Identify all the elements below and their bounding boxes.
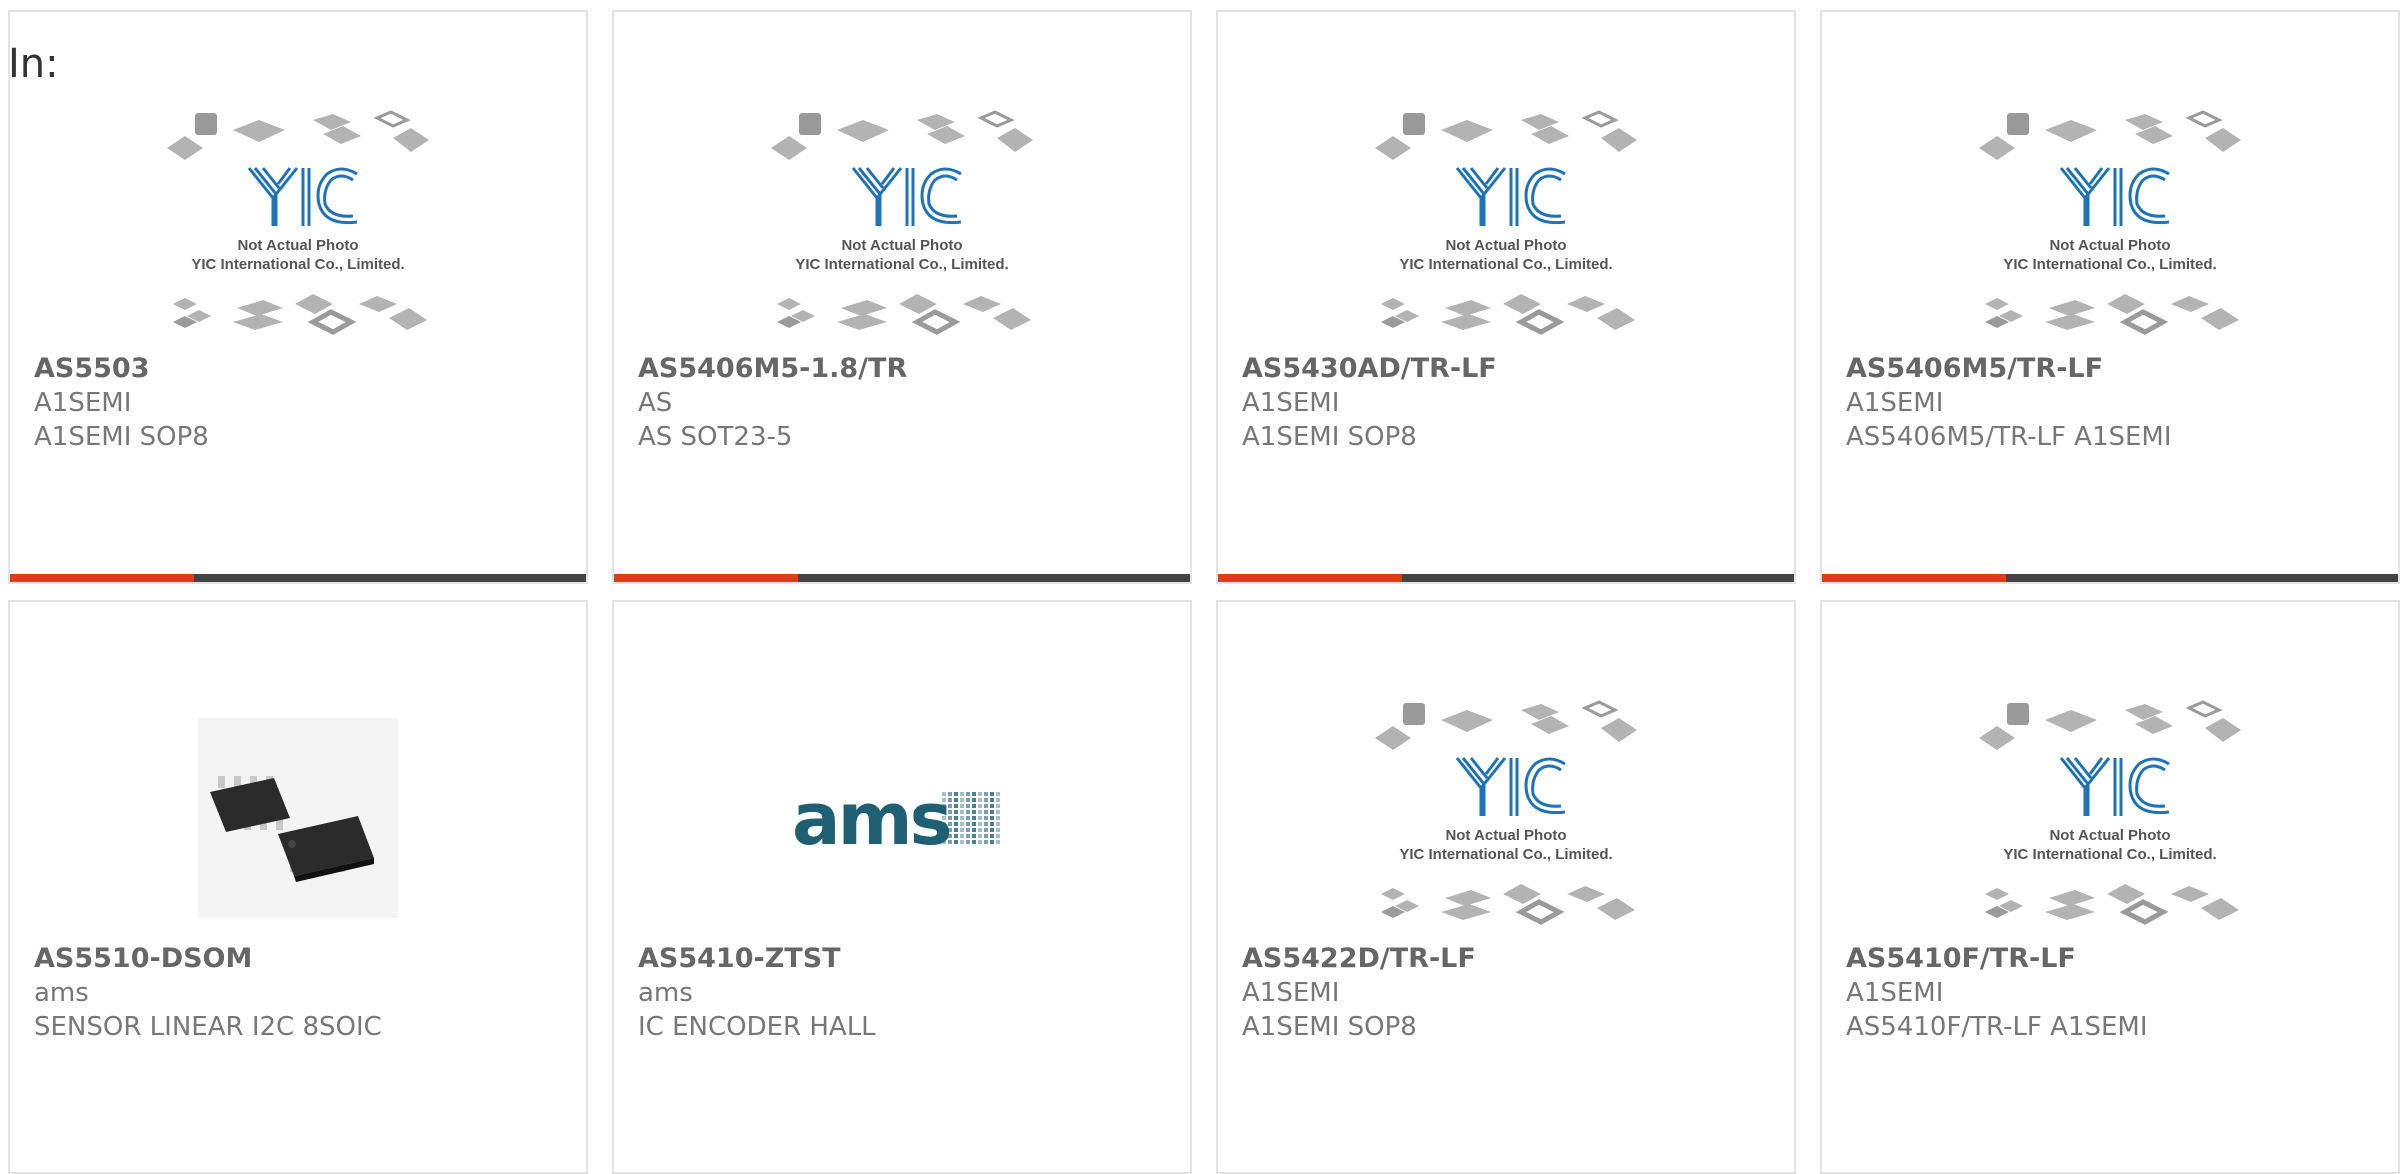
chip-cluster-bottom-icon	[1985, 294, 2239, 335]
yic-logo	[1455, 757, 1566, 816]
card-bar	[1822, 574, 2398, 582]
manufacturer: A1SEMI	[34, 388, 132, 418]
placeholder-caption-1: Not Actual Photo	[841, 237, 962, 254]
product-image[interactable]: ams	[614, 688, 1190, 948]
product-card[interactable]: Not Actual Photo YIC International Co., …	[1820, 10, 2400, 584]
description: AS5410F/TR-LF A1SEMI	[1846, 1012, 2148, 1042]
product-image[interactable]: Not Actual Photo YIC International Co., …	[10, 98, 586, 358]
ams-logo-image: ams	[792, 778, 1000, 858]
card-bar-accent	[614, 574, 799, 582]
filter-in-label: In:	[8, 41, 59, 87]
soic-chip-image	[198, 718, 398, 918]
product-card[interactable]: ams AS5410-ZTST ams IC ENCODER HALL	[612, 600, 1192, 1174]
yic-placeholder-image: Not Actual Photo YIC International Co., …	[1979, 110, 2241, 335]
part-number-link[interactable]: AS5410F/TR-LF	[1846, 942, 2378, 976]
product-image[interactable]: Not Actual Photo YIC International Co., …	[1822, 688, 2398, 948]
product-card[interactable]: Not Actual Photo YIC International Co., …	[1820, 600, 2400, 1174]
part-number-link[interactable]: AS5406M5-1.8/TR	[638, 352, 1170, 386]
yic-logo	[2059, 757, 2170, 816]
description: A1SEMI SOP8	[34, 422, 209, 452]
chip-cluster-bottom-icon	[1381, 294, 1635, 335]
placeholder-caption-2: YIC International Co., Limited.	[795, 256, 1008, 273]
description: A1SEMI SOP8	[1242, 422, 1417, 452]
placeholder-caption-1: Not Actual Photo	[1445, 827, 1566, 844]
placeholder-caption-2: YIC International Co., Limited.	[1399, 846, 1612, 863]
manufacturer: ams	[34, 978, 89, 1008]
yic-logo	[2059, 167, 2170, 226]
card-bar	[614, 574, 1190, 582]
placeholder-caption-1: Not Actual Photo	[1445, 237, 1566, 254]
part-number-link[interactable]: AS5422D/TR-LF	[1242, 942, 1774, 976]
manufacturer: A1SEMI	[1242, 978, 1340, 1008]
product-image[interactable]: Not Actual Photo YIC International Co., …	[614, 98, 1190, 358]
chip-cluster-top-icon	[1375, 110, 1637, 160]
part-number-link[interactable]: AS5410-ZTST	[638, 942, 1170, 976]
svg-text:ams: ams	[792, 778, 950, 858]
product-card[interactable]: Not Actual Photo YIC International Co., …	[1216, 600, 1796, 1174]
placeholder-caption-2: YIC International Co., Limited.	[2003, 256, 2216, 273]
product-image[interactable]: Not Actual Photo YIC International Co., …	[1218, 98, 1794, 358]
description: AS5406M5/TR-LF A1SEMI	[1846, 422, 2172, 452]
card-bar-accent	[1218, 574, 1403, 582]
placeholder-caption-2: YIC International Co., Limited.	[2003, 846, 2216, 863]
card-bar	[10, 574, 586, 582]
product-card[interactable]: AS5510-DSOM ams SENSOR LINEAR I2C 8SOIC	[8, 600, 588, 1174]
yic-placeholder-image: Not Actual Photo YIC International Co., …	[1375, 110, 1637, 335]
yic-logo	[851, 167, 962, 226]
part-number-link[interactable]: AS5503	[34, 352, 566, 386]
chip-cluster-top-icon	[771, 110, 1033, 160]
part-number-link[interactable]: AS5510-DSOM	[34, 942, 566, 976]
product-card[interactable]: Not Actual Photo YIC International Co., …	[612, 10, 1192, 584]
manufacturer: A1SEMI	[1846, 978, 1944, 1008]
product-card[interactable]: Not Actual Photo YIC International Co., …	[8, 10, 588, 584]
chip-cluster-bottom-icon	[1985, 884, 2239, 925]
manufacturer: A1SEMI	[1242, 388, 1340, 418]
chip-cluster-top-icon	[1979, 110, 2241, 160]
product-grid: Not Actual Photo YIC International Co., …	[0, 0, 2400, 1174]
chip-cluster-top-icon	[167, 110, 429, 160]
product-image[interactable]: Not Actual Photo YIC International Co., …	[1822, 98, 2398, 358]
chip-cluster-top-icon	[1375, 700, 1637, 750]
part-number-link[interactable]: AS5430AD/TR-LF	[1242, 352, 1774, 386]
yic-placeholder-image: Not Actual Photo YIC International Co., …	[771, 110, 1033, 335]
description: AS SOT23-5	[638, 422, 793, 452]
card-bar	[1218, 574, 1794, 582]
product-card[interactable]: Not Actual Photo YIC International Co., …	[1216, 10, 1796, 584]
card-bar-accent	[1822, 574, 2007, 582]
description: IC ENCODER HALL	[638, 1012, 876, 1042]
product-image[interactable]	[10, 688, 586, 948]
yic-placeholder-image: Not Actual Photo YIC International Co., …	[167, 110, 429, 335]
yic-placeholder-image: Not Actual Photo YIC International Co., …	[1375, 700, 1637, 925]
chip-cluster-top-icon	[1979, 700, 2241, 750]
placeholder-caption-1: Not Actual Photo	[2049, 237, 2170, 254]
manufacturer: A1SEMI	[1846, 388, 1944, 418]
description: A1SEMI SOP8	[1242, 1012, 1417, 1042]
yic-logo	[247, 167, 358, 226]
product-image[interactable]: Not Actual Photo YIC International Co., …	[1218, 688, 1794, 948]
placeholder-caption-2: YIC International Co., Limited.	[1399, 256, 1612, 273]
placeholder-caption-1: Not Actual Photo	[2049, 827, 2170, 844]
manufacturer: AS	[638, 388, 673, 418]
placeholder-caption-2: YIC International Co., Limited.	[191, 256, 404, 273]
manufacturer: ams	[638, 978, 693, 1008]
placeholder-caption-1: Not Actual Photo	[237, 237, 358, 254]
description: SENSOR LINEAR I2C 8SOIC	[34, 1012, 382, 1042]
chip-cluster-bottom-icon	[173, 294, 427, 335]
part-number-link[interactable]: AS5406M5/TR-LF	[1846, 352, 2378, 386]
card-bar-accent	[10, 574, 195, 582]
yic-placeholder-image: Not Actual Photo YIC International Co., …	[1979, 700, 2241, 925]
chip-cluster-bottom-icon	[777, 294, 1031, 335]
yic-logo	[1455, 167, 1566, 226]
chip-cluster-bottom-icon	[1381, 884, 1635, 925]
